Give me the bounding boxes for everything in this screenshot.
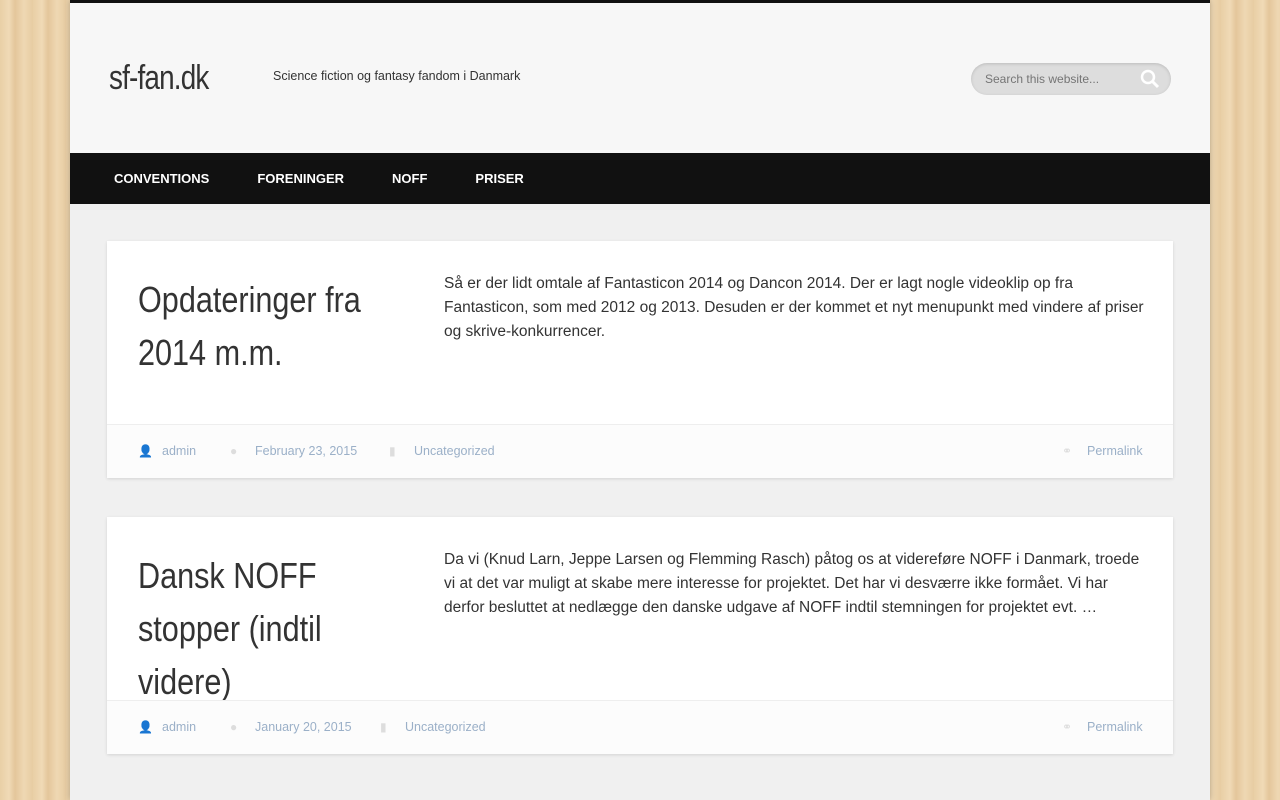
- post-meta: 👤 admin ● January 20, 2015 ▮ Uncategoriz…: [107, 700, 1173, 754]
- post-title[interactable]: Dansk NOFF stopper (indtil videre): [138, 549, 419, 708]
- user-icon: 👤: [138, 720, 153, 734]
- post-excerpt: Så er der lidt omtale af Fantasticon 201…: [444, 275, 1144, 340]
- site-tagline: Science fiction og fantasy fandom i Danm…: [273, 69, 521, 83]
- search-icon[interactable]: [1140, 69, 1160, 89]
- nav-foreninger[interactable]: FORENINGER: [233, 153, 368, 204]
- nav-noff[interactable]: NOFF: [368, 153, 451, 204]
- post-title[interactable]: Opdateringer fra 2014 m.m.: [138, 273, 419, 379]
- post-date[interactable]: January 20, 2015: [255, 720, 352, 734]
- user-icon: 👤: [138, 444, 153, 458]
- post-meta: 👤 admin ● February 23, 2015 ▮ Uncategori…: [107, 424, 1173, 478]
- post: Opdateringer fra 2014 m.m. Så er der lid…: [107, 241, 1173, 478]
- post-category[interactable]: Uncategorized: [405, 720, 486, 734]
- clock-icon: ●: [230, 720, 238, 734]
- post-category[interactable]: Uncategorized: [414, 444, 495, 458]
- post-permalink[interactable]: Permalink: [1087, 720, 1143, 734]
- bookmark-icon: ▮: [380, 720, 387, 734]
- post-author[interactable]: admin: [162, 444, 196, 458]
- post: Dansk NOFF stopper (indtil videre) Da vi…: [107, 517, 1173, 754]
- nav-conventions[interactable]: CONVENTIONS: [90, 153, 233, 204]
- main-nav: CONVENTIONS FORENINGER NOFF PRISER: [70, 153, 1210, 204]
- site-header: sf-fan.dk Science fiction og fantasy fan…: [70, 3, 1210, 153]
- bookmark-icon: ▮: [389, 444, 396, 458]
- search-input[interactable]: [985, 72, 1140, 86]
- post-author[interactable]: admin: [162, 720, 196, 734]
- post-date[interactable]: February 23, 2015: [255, 444, 357, 458]
- link-icon: ⚭: [1062, 720, 1073, 734]
- post-excerpt: Da vi (Knud Larn, Jeppe Larsen og Flemmi…: [444, 551, 1140, 616]
- post-permalink[interactable]: Permalink: [1087, 444, 1143, 458]
- link-icon: ⚭: [1062, 444, 1073, 458]
- page-container: sf-fan.dk Science fiction og fantasy fan…: [70, 0, 1210, 800]
- clock-icon: ●: [230, 444, 238, 458]
- nav-priser[interactable]: PRISER: [451, 153, 547, 204]
- site-title[interactable]: sf-fan.dk: [109, 59, 209, 98]
- search-box: [971, 63, 1171, 95]
